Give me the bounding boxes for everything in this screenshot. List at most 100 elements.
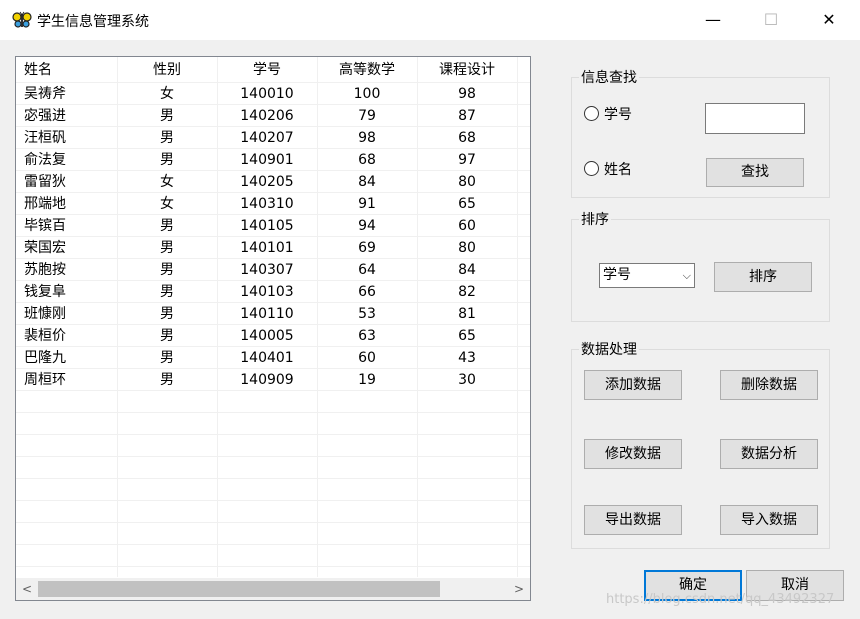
add-data-button[interactable]: 添加数据 bbox=[584, 370, 682, 400]
cell-gender: 男 bbox=[160, 350, 174, 366]
cell-student-id: 140207 bbox=[240, 130, 294, 146]
table-row[interactable]: 雷留狄 女 140205 84 80 bbox=[16, 171, 530, 193]
cell-math: 68 bbox=[358, 152, 376, 168]
table-row[interactable]: 苏胞按 男 140307 64 84 bbox=[16, 259, 530, 281]
scroll-left-arrow-icon[interactable]: < bbox=[18, 580, 36, 598]
cell-student-id: 140103 bbox=[240, 284, 294, 300]
cell-student-id: 140110 bbox=[240, 306, 294, 322]
cell-course-design: 97 bbox=[458, 152, 476, 168]
row-divider bbox=[16, 346, 530, 347]
row-divider bbox=[16, 324, 530, 325]
cell-course-design: 81 bbox=[458, 306, 476, 322]
export-data-button[interactable]: 导出数据 bbox=[584, 505, 682, 535]
column-header-name[interactable]: 姓名 bbox=[24, 59, 52, 81]
cell-name: 荣国宏 bbox=[24, 240, 66, 256]
table-row[interactable]: 巴隆九 男 140401 60 43 bbox=[16, 347, 530, 369]
row-divider bbox=[16, 522, 530, 523]
close-button[interactable]: ✕ bbox=[800, 0, 858, 40]
cell-course-design: 60 bbox=[458, 218, 476, 234]
cell-gender: 男 bbox=[160, 262, 174, 278]
radio-name[interactable] bbox=[584, 161, 599, 176]
cell-math: 100 bbox=[353, 86, 381, 102]
radio-name-label[interactable]: 姓名 bbox=[604, 159, 632, 179]
import-data-button[interactable]: 导入数据 bbox=[720, 505, 818, 535]
cell-course-design: 80 bbox=[458, 240, 476, 256]
sort-field-select[interactable]: 学号 ⌵ bbox=[599, 263, 695, 288]
cell-name: 周桓环 bbox=[24, 372, 66, 388]
cell-gender: 男 bbox=[160, 372, 174, 388]
column-header-gender[interactable]: 性别 bbox=[117, 59, 217, 81]
watermark: https://blog.csdn.net/qq_43492327 bbox=[606, 592, 835, 607]
cell-gender: 女 bbox=[160, 174, 174, 190]
cell-math: 66 bbox=[358, 284, 376, 300]
cell-gender: 男 bbox=[160, 240, 174, 256]
cell-name: 宓强进 bbox=[24, 108, 66, 124]
cell-name: 俞法复 bbox=[24, 152, 66, 168]
table-row[interactable]: 汪桓矾 男 140207 98 68 bbox=[16, 127, 530, 149]
row-divider bbox=[16, 390, 530, 391]
maximize-button[interactable]: ☐ bbox=[742, 0, 800, 40]
title-bar: 学生信息管理系统 — ☐ ✕ bbox=[0, 0, 860, 40]
cell-course-design: 43 bbox=[458, 350, 476, 366]
row-divider bbox=[16, 368, 530, 369]
scrollbar-thumb[interactable] bbox=[38, 581, 440, 597]
cell-student-id: 140105 bbox=[240, 218, 294, 234]
column-header-student-id[interactable]: 学号 bbox=[217, 59, 317, 81]
table-row[interactable]: 宓强进 男 140206 79 87 bbox=[16, 105, 530, 127]
table-row[interactable]: 邢端地 女 140310 91 65 bbox=[16, 193, 530, 215]
column-header-course-design[interactable]: 课程设计 bbox=[417, 59, 517, 81]
search-input[interactable] bbox=[705, 103, 805, 134]
radio-student-id-label[interactable]: 学号 bbox=[604, 104, 632, 124]
cell-course-design: 82 bbox=[458, 284, 476, 300]
table-row[interactable]: 周桓环 男 140909 19 30 bbox=[16, 369, 530, 391]
cell-gender: 男 bbox=[160, 284, 174, 300]
table-row[interactable]: 班慷刚 男 140110 53 81 bbox=[16, 303, 530, 325]
student-list-body[interactable]: 姓名 性别 学号 高等数学 课程设计 吴祷斧女 140010 100 98 宓强进男 14… bbox=[16, 57, 530, 577]
row-divider bbox=[16, 192, 530, 193]
cell-student-id: 140401 bbox=[240, 350, 294, 366]
cell-student-id: 140206 bbox=[240, 108, 294, 124]
chevron-down-icon: ⌵ bbox=[682, 269, 691, 282]
table-row[interactable]: 俞法复 男 140901 68 97 bbox=[16, 149, 530, 171]
cell-name: 毕镔百 bbox=[24, 218, 66, 234]
cell-name: 钱复阜 bbox=[24, 284, 66, 300]
cell-student-id: 140101 bbox=[240, 240, 294, 256]
scroll-right-arrow-icon[interactable]: > bbox=[510, 580, 528, 598]
cell-name: 班慷刚 bbox=[24, 306, 66, 322]
delete-data-button[interactable]: 删除数据 bbox=[720, 370, 818, 400]
sort-button[interactable]: 排序 bbox=[714, 262, 812, 292]
cell-student-id: 140310 bbox=[240, 196, 294, 212]
cell-course-design: 98 bbox=[458, 86, 476, 102]
row-divider bbox=[16, 148, 530, 149]
analyze-data-button[interactable]: 数据分析 bbox=[720, 439, 818, 469]
row-divider bbox=[16, 478, 530, 479]
minimize-button[interactable]: — bbox=[684, 0, 742, 40]
cell-gender: 男 bbox=[160, 108, 174, 124]
horizontal-scrollbar[interactable]: < > bbox=[16, 578, 530, 600]
cell-student-id: 140010 bbox=[240, 86, 294, 102]
row-divider bbox=[16, 236, 530, 237]
cell-student-id: 140909 bbox=[240, 372, 294, 388]
column-header-math[interactable]: 高等数学 bbox=[317, 59, 417, 81]
table-row[interactable]: 吴祷斧 女 140010 100 98 bbox=[16, 83, 530, 105]
modify-data-button[interactable]: 修改数据 bbox=[584, 439, 682, 469]
row-divider bbox=[16, 500, 530, 501]
radio-student-id[interactable] bbox=[584, 106, 599, 121]
row-divider bbox=[16, 566, 530, 567]
table-row[interactable]: 毕镔百 男 140105 94 60 bbox=[16, 215, 530, 237]
student-list[interactable]: 姓名 性别 学号 高等数学 课程设计 吴祷斧女 140010 100 98 宓强进男 14… bbox=[15, 56, 531, 601]
row-divider bbox=[16, 412, 530, 413]
cell-course-design: 30 bbox=[458, 372, 476, 388]
search-group-title: 信息查找 bbox=[579, 67, 639, 87]
cell-math: 53 bbox=[358, 306, 376, 322]
cell-student-id: 140005 bbox=[240, 328, 294, 344]
cell-name: 苏胞按 bbox=[24, 262, 66, 278]
cell-math: 91 bbox=[358, 196, 376, 212]
table-row[interactable]: 裴桓价 男 140005 63 65 bbox=[16, 325, 530, 347]
row-divider bbox=[16, 126, 530, 127]
cell-math: 19 bbox=[358, 372, 376, 388]
search-button[interactable]: 查找 bbox=[706, 158, 804, 187]
table-row[interactable]: 钱复阜 男 140103 66 82 bbox=[16, 281, 530, 303]
row-divider bbox=[16, 434, 530, 435]
table-row[interactable]: 荣国宏 男 140101 69 80 bbox=[16, 237, 530, 259]
